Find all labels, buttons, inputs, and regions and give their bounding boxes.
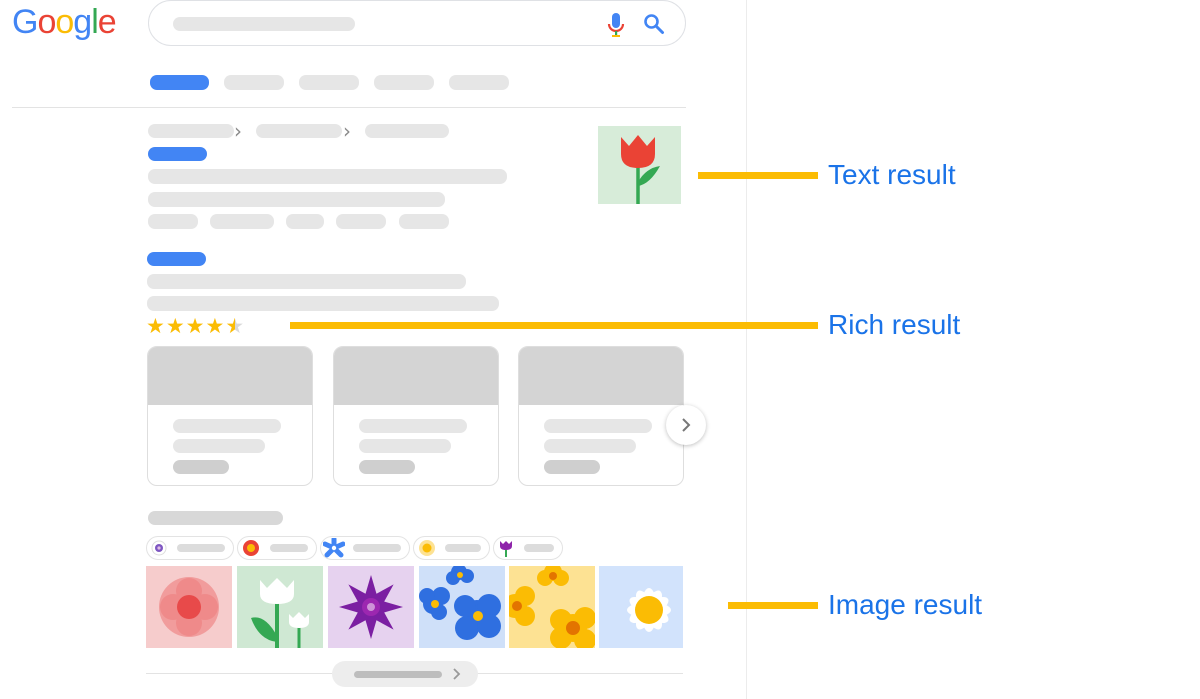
tab-active[interactable]	[150, 75, 209, 90]
yellow-flower-icon	[419, 540, 435, 556]
chevron-right-icon	[453, 668, 461, 680]
card-line	[544, 439, 636, 453]
filter-chip[interactable]	[237, 536, 317, 560]
full-stars: ★★★★	[146, 314, 226, 338]
card-image	[519, 347, 683, 405]
carousel-card[interactable]	[147, 346, 313, 486]
sitelink[interactable]	[399, 214, 449, 229]
logo-letter: o	[37, 3, 56, 41]
chip-label	[270, 544, 308, 552]
carousel-card[interactable]	[333, 346, 499, 486]
rich-result-label: Rich result	[828, 309, 961, 340]
card-line	[173, 439, 265, 453]
logo-letter: e	[97, 3, 117, 41]
result-thumbnail[interactable]	[598, 126, 681, 204]
purple-flower-icon	[151, 540, 167, 556]
result-snippet-line	[148, 169, 507, 184]
more-images-label	[354, 671, 442, 678]
card-line	[173, 419, 281, 433]
image-result-label: Image result	[828, 589, 983, 620]
tulip-icon	[621, 135, 660, 204]
chip-label	[524, 544, 554, 552]
sitelink[interactable]	[210, 214, 274, 229]
card-line	[359, 439, 451, 453]
breadcrumb-segment	[148, 124, 234, 138]
purple-tulip-icon	[500, 541, 512, 557]
filter-chip[interactable]	[146, 536, 234, 560]
card-line	[359, 419, 467, 433]
blue-flower-icon	[323, 538, 345, 558]
google-logo[interactable]: Google	[12, 2, 117, 42]
search-icon[interactable]	[643, 13, 665, 40]
chip-label	[445, 544, 481, 552]
star-rating: ★★★★★	[146, 314, 245, 338]
filter-chip[interactable]	[320, 536, 410, 560]
tab[interactable]	[449, 75, 509, 90]
result-title-link[interactable]	[147, 252, 206, 266]
carousel-card[interactable]	[518, 346, 684, 486]
result-snippet-line	[148, 192, 445, 207]
sitelink[interactable]	[336, 214, 386, 229]
rich-result-pointer	[290, 322, 818, 329]
image-result-pointer	[728, 602, 818, 609]
search-query-placeholder	[173, 17, 355, 31]
sitelink[interactable]	[148, 214, 198, 229]
tab[interactable]	[224, 75, 284, 90]
purple-flower-image[interactable]	[328, 566, 414, 648]
breadcrumb-segment	[256, 124, 342, 138]
result-title-link[interactable]	[148, 147, 207, 161]
text-result-pointer	[698, 172, 818, 179]
daisy-image[interactable]	[599, 566, 683, 648]
chevron-right-icon: ›	[234, 119, 242, 143]
yellow-flowers-image[interactable]	[509, 566, 595, 648]
card-image	[148, 347, 312, 405]
tab[interactable]	[299, 75, 359, 90]
half-star-icon: ★	[225, 314, 246, 338]
chevron-right-icon: ›	[343, 119, 351, 143]
pink-flower-image[interactable]	[146, 566, 232, 648]
text-result-label: Text result	[828, 159, 956, 190]
sitelink[interactable]	[286, 214, 324, 229]
logo-letter: g	[73, 3, 92, 41]
carousel-next-button[interactable]	[666, 405, 706, 445]
mic-icon[interactable]	[607, 12, 625, 43]
blue-flowers-image[interactable]	[419, 566, 505, 648]
result-snippet-line	[147, 274, 466, 289]
tab[interactable]	[374, 75, 434, 90]
results-panel-border	[746, 0, 747, 699]
white-tulips-image[interactable]	[237, 566, 323, 648]
more-images-button[interactable]	[332, 661, 478, 687]
card-image	[334, 347, 498, 405]
breadcrumb-segment	[365, 124, 449, 138]
chip-label	[353, 544, 401, 552]
card-line	[173, 460, 229, 474]
logo-letter: G	[12, 3, 38, 41]
chevron-right-icon	[682, 418, 691, 432]
tabs-divider	[12, 107, 686, 108]
chip-label	[177, 544, 225, 552]
logo-letter: o	[55, 3, 74, 41]
red-flower-icon	[243, 540, 259, 556]
filter-chip[interactable]	[493, 536, 563, 560]
card-line	[544, 419, 652, 433]
filter-chip[interactable]	[413, 536, 490, 560]
search-input[interactable]	[148, 0, 686, 46]
card-line	[359, 460, 415, 474]
image-pack-title	[148, 511, 283, 525]
card-line	[544, 460, 600, 474]
result-snippet-line	[147, 296, 499, 311]
